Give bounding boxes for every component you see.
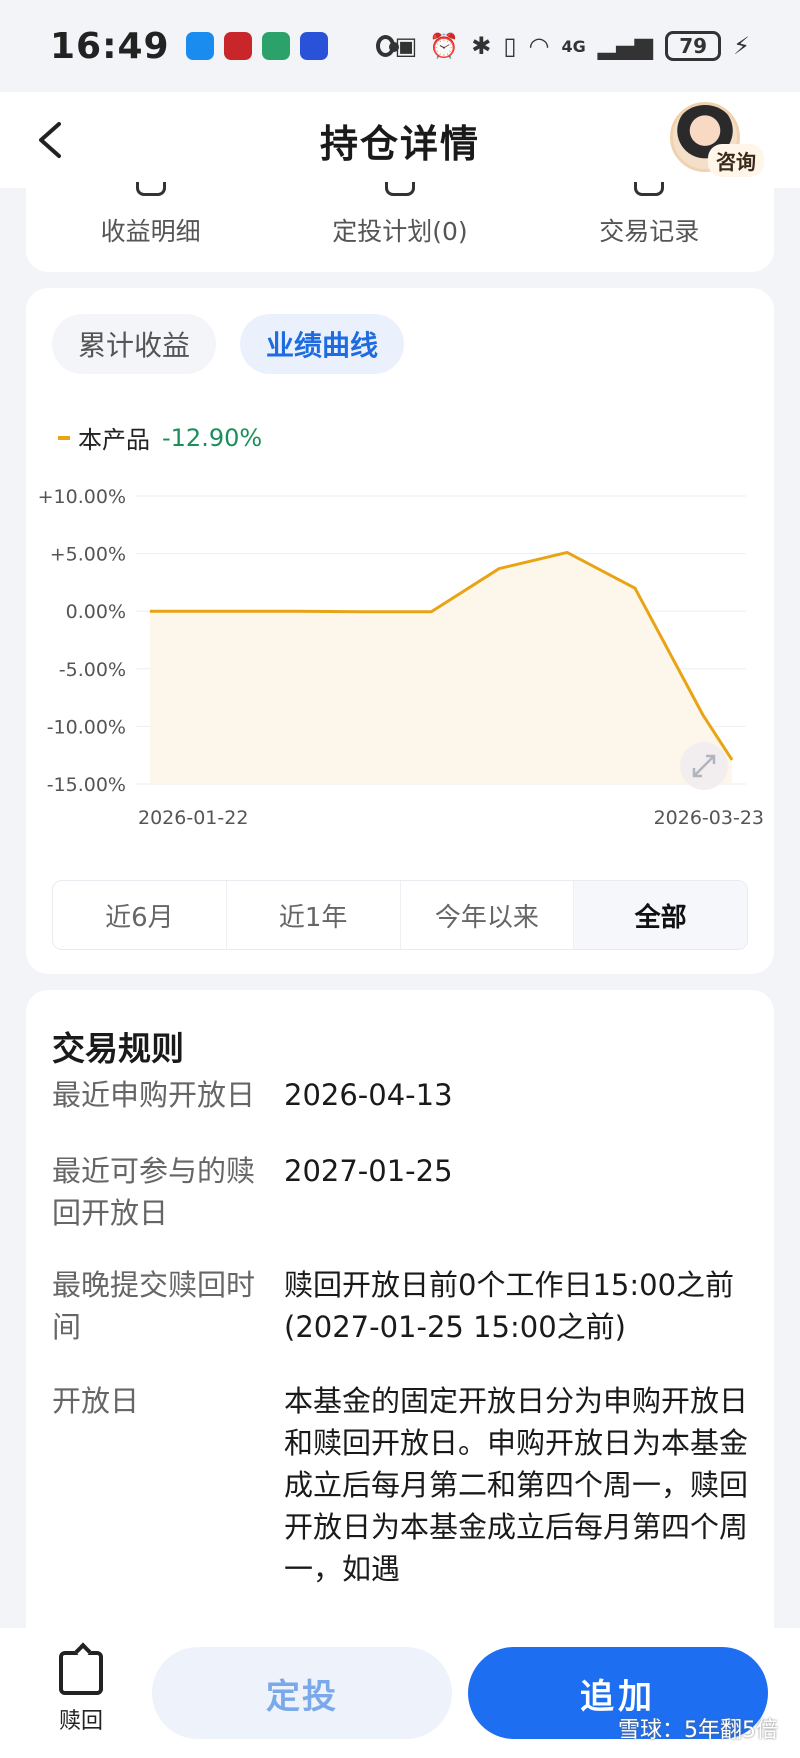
alarm-icon: ⏰	[429, 32, 460, 60]
tab-performance-curve[interactable]: 业绩曲线	[240, 314, 405, 374]
page-title: 持仓详情	[319, 121, 480, 166]
y-tick-label: -5.00%	[59, 659, 126, 681]
legend-value: -12.90%	[162, 423, 263, 452]
range-tab-all[interactable]: 全部	[574, 881, 747, 949]
consult-button[interactable]: 咨询	[670, 102, 770, 182]
tool-income-detail[interactable]: 收益明细	[51, 182, 251, 248]
rule-row: 最近申购开放日 2026-04-13	[52, 1074, 752, 1116]
network-type: 4G	[561, 36, 586, 56]
rule-value: 本基金的固定开放日分为申购开放日和赎回开放日。申购开放日为本基金成立后每月第二和…	[284, 1384, 749, 1586]
data-point	[702, 714, 704, 716]
consult-label: 咨询	[708, 144, 764, 177]
redeem-button[interactable]: 赎回	[26, 1651, 136, 1735]
back-button[interactable]	[22, 112, 78, 168]
watermark: 雪球：5年翻5倍	[618, 1718, 778, 1743]
auto-invest-button[interactable]: 定投	[152, 1647, 452, 1739]
tool-label: 交易记录	[599, 217, 700, 246]
eye-icon	[375, 35, 399, 57]
chart-tabs: 累计收益 业绩曲线	[52, 314, 405, 374]
rule-value: 赎回开放日前0个工作日15:00之前(2027-01-25 15:00之前)	[284, 1268, 735, 1344]
charging-icon: ⚡	[733, 32, 750, 60]
data-point	[634, 587, 636, 589]
series-area	[150, 552, 732, 784]
quick-tools-card: 收益明细 定投计划(0) 交易记录	[26, 182, 774, 272]
range-tabs: 近6月 近1年 今年以来 全部	[52, 880, 748, 950]
chart-legend: 本产品 -12.90%	[58, 420, 262, 455]
rule-value: 2026-04-13	[284, 1078, 453, 1112]
data-point	[498, 568, 500, 570]
y-tick-label: 0.00%	[66, 601, 126, 623]
battery-level: 79	[679, 34, 708, 58]
data-point	[149, 610, 151, 612]
app-notification-icon	[185, 32, 214, 60]
income-detail-icon	[135, 182, 166, 196]
data-point	[362, 611, 364, 613]
header: 持仓详情 咨询	[0, 92, 800, 188]
rule-row: 最近可参与的赎回开放日 2027-01-25	[52, 1150, 752, 1234]
data-point	[731, 759, 733, 761]
rule-label: 最晚提交赎回时间	[52, 1268, 256, 1344]
rule-label: 开放日	[52, 1384, 140, 1418]
bank-notification-icon	[223, 32, 252, 60]
trading-rules-card: 交易规则 最近申购开放日 2026-04-13 最近可参与的赎回开放日 2027…	[26, 990, 774, 1690]
battery-indicator: 79	[665, 31, 722, 61]
status-indicators: ▣ ⏰ ✱ ▯ ◠ 4G ▂▄▆ 79 ⚡	[395, 31, 750, 61]
status-bar: 16:49 ▣ ⏰ ✱ ▯ ◠ 4G ▂▄▆ 79 ⚡	[0, 0, 800, 92]
tool-label: 定投计划(0)	[332, 217, 468, 246]
records-icon	[634, 182, 665, 196]
redeem-label: 赎回	[58, 1709, 103, 1734]
range-tab-6m[interactable]: 近6月	[53, 881, 227, 949]
rules-title: 交易规则	[52, 1029, 184, 1068]
rule-row: 开放日 本基金的固定开放日分为申购开放日和赎回开放日。申购开放日为本基金成立后每…	[52, 1380, 752, 1590]
expand-icon[interactable]	[680, 742, 728, 790]
notification-icons	[185, 32, 328, 60]
wifi-icon: ◠	[528, 32, 550, 60]
bluetooth-icon: ✱	[471, 32, 492, 60]
tab-cumulative-income[interactable]: 累计收益	[52, 314, 217, 374]
data-point	[566, 551, 568, 553]
data-point	[227, 610, 229, 612]
data-point	[430, 611, 432, 613]
status-time: 16:49	[50, 25, 170, 67]
x-tick-label: 2026-01-22	[138, 807, 248, 829]
tool-trade-records[interactable]: 交易记录	[549, 182, 749, 248]
performance-card: 累计收益 业绩曲线 本产品 -12.90% +10.00% +5.00% 0.00%…	[26, 288, 774, 974]
y-tick-label: +5.00%	[50, 544, 126, 566]
green-app-notification-icon	[261, 32, 290, 60]
vibrate-icon: ▯	[503, 32, 517, 60]
rule-label: 最近可参与的赎回开放日	[52, 1154, 256, 1230]
y-tick-label: -15.00%	[47, 774, 126, 796]
rule-value: 2027-01-25	[284, 1154, 453, 1188]
bottom-action-bar: 赎回 定投 追加 雪球：5年翻5倍	[0, 1628, 800, 1758]
tool-auto-invest-plan[interactable]: 定投计划(0)	[300, 182, 500, 248]
data-point	[295, 610, 296, 612]
plan-icon	[384, 182, 415, 196]
range-tab-ytd[interactable]: 今年以来	[401, 881, 575, 949]
performance-chart[interactable]: +10.00% +5.00% 0.00% -5.00% -10.00% -15.00% 20…	[26, 468, 774, 858]
legend-swatch	[58, 435, 70, 440]
legend-series-name: 本产品	[78, 426, 150, 454]
rule-label: 最近申购开放日	[52, 1078, 256, 1112]
tool-label: 收益明细	[100, 217, 201, 246]
rule-row: 最晚提交赎回时间 赎回开放日前0个工作日15:00之前(2027-01-25 1…	[52, 1264, 752, 1348]
range-tab-1y[interactable]: 近1年	[227, 881, 401, 949]
chevron-left-icon	[39, 122, 61, 158]
redeem-icon	[59, 1651, 103, 1695]
blue-app-notification-icon	[299, 32, 328, 60]
y-tick-label: -10.00%	[47, 716, 126, 738]
y-tick-label: +10.00%	[38, 486, 126, 508]
signal-icon: ▂▄▆	[597, 32, 654, 60]
x-tick-label: 2026-03-23	[654, 807, 764, 829]
